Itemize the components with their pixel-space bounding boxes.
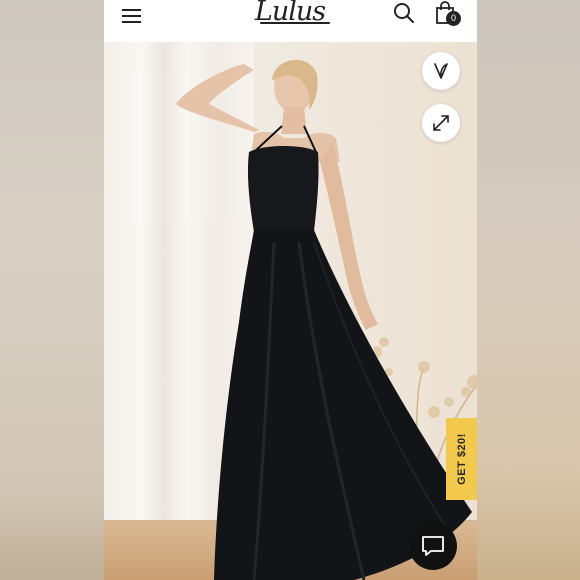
product-photo[interactable] [104, 42, 477, 580]
add-to-wishlist-button[interactable] [422, 52, 460, 90]
chat-button[interactable] [409, 522, 457, 570]
mobile-screen: Lulus 0 GET $20! [104, 0, 477, 580]
blurred-background-right [476, 0, 580, 580]
heart-icon [434, 63, 448, 79]
menu-icon[interactable] [122, 6, 144, 24]
logo-swash [260, 22, 330, 24]
promo-label: GET $20! [455, 433, 468, 485]
blurred-background-left [0, 0, 104, 580]
cart-count-badge: 0 [446, 11, 461, 26]
brand-logo[interactable]: Lulus [250, 0, 330, 30]
get-20-promo-tab[interactable]: GET $20! [446, 418, 477, 500]
expand-icon [433, 115, 449, 131]
top-navigation-bar: Lulus 0 [104, 0, 477, 42]
expand-image-button[interactable] [422, 104, 460, 142]
search-icon[interactable] [393, 2, 415, 24]
chat-bubble-icon [422, 536, 444, 556]
